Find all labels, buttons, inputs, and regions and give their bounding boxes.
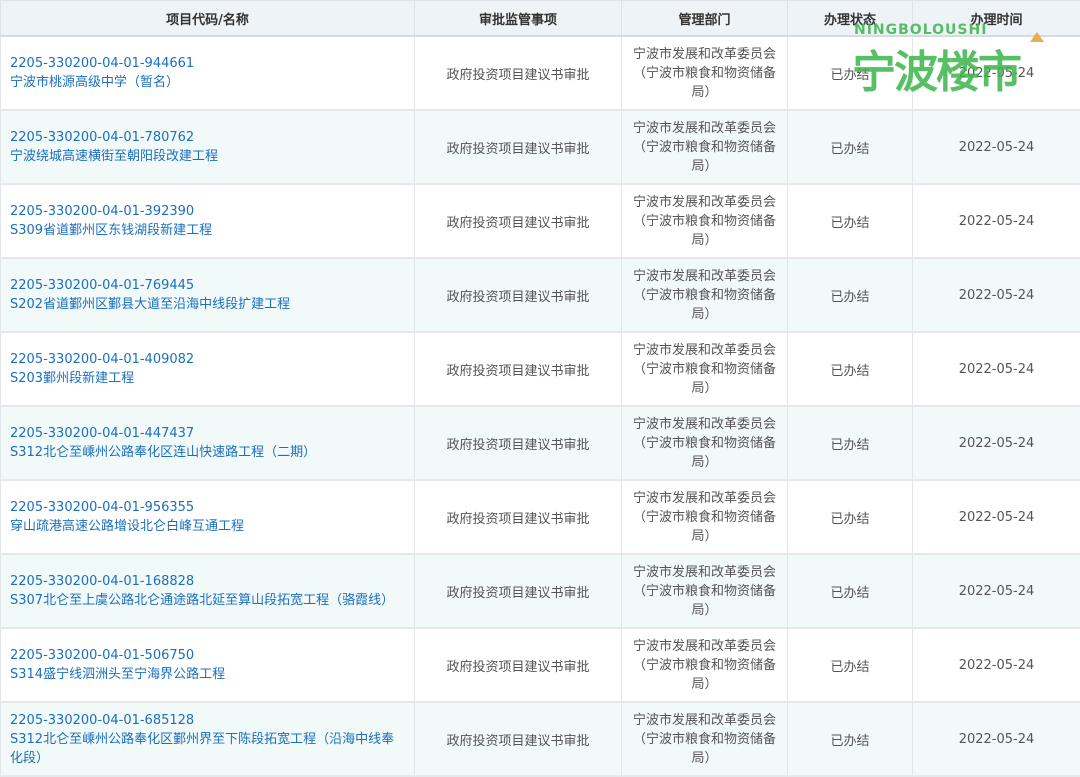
status-cell: 已办结 (788, 554, 913, 628)
table-row: 2205-330200-04-01-685128 S312北仑至嵊州公路奉化区鄞州… (1, 702, 1080, 776)
project-cell: 2205-330200-04-01-506750 S314盛宁线泗洲头至宁海界公路… (1, 628, 415, 702)
project-code: 2205-330200-04-01-168828 (10, 574, 194, 589)
matter-cell: 政府投资项目建议书审批 (415, 406, 622, 480)
project-link[interactable]: 2205-330200-04-01-506750 S314盛宁线泗洲头至宁海界公路… (10, 646, 406, 684)
table-row: 2205-330200-04-01-409082 S203鄞州段新建工程 政府投资… (1, 332, 1080, 406)
matter-cell: 政府投资项目建议书审批 (415, 36, 622, 110)
project-name: S309省道鄞州区东钱湖段新建工程 (10, 223, 212, 238)
table-row: 2205-330200-04-01-944661 宁波市桃源高级中学（暂名） 政府… (1, 36, 1080, 110)
project-code: 2205-330200-04-01-956355 (10, 500, 194, 515)
project-cell: 2205-330200-04-01-780762 宁波绕城高速横街至朝阳段改建工程 (1, 110, 415, 184)
time-cell: 2022-05-24 (913, 110, 1080, 184)
project-name: S312北仑至嵊州公路奉化区连山快速路工程（二期） (10, 445, 316, 460)
project-name: 宁波市桃源高级中学（暂名） (10, 75, 179, 90)
project-name: S202省道鄞州区鄞县大道至沿海中线段扩建工程 (10, 297, 290, 312)
header-matter: 审批监管事项 (415, 1, 622, 37)
matter-cell: 政府投资项目建议书审批 (415, 332, 622, 406)
project-code: 2205-330200-04-01-769445 (10, 278, 194, 293)
table-row: 2205-330200-04-01-506750 S314盛宁线泗洲头至宁海界公路… (1, 628, 1080, 702)
matter-cell: 政府投资项目建议书审批 (415, 184, 622, 258)
status-cell: 已办结 (788, 110, 913, 184)
status-cell: 已办结 (788, 480, 913, 554)
project-cell: 2205-330200-04-01-409082 S203鄞州段新建工程 (1, 332, 415, 406)
table-row: 2205-330200-04-01-769445 S202省道鄞州区鄞县大道至沿海… (1, 258, 1080, 332)
status-cell: 已办结 (788, 36, 913, 110)
table-header-row: 项目代码/名称 审批监管事项 管理部门 办理状态 办理时间 (1, 1, 1080, 37)
dept-cell: 宁波市发展和改革委员会（宁波市粮食和物资储备局） (622, 702, 788, 776)
project-name: S203鄞州段新建工程 (10, 371, 134, 386)
time-cell: 2022-05-24 (913, 36, 1080, 110)
project-name: 宁波绕城高速横街至朝阳段改建工程 (10, 149, 218, 164)
time-cell: 2022-05-24 (913, 258, 1080, 332)
status-cell: 已办结 (788, 258, 913, 332)
dept-cell: 宁波市发展和改革委员会（宁波市粮食和物资储备局） (622, 36, 788, 110)
matter-cell: 政府投资项目建议书审批 (415, 554, 622, 628)
dept-cell: 宁波市发展和改革委员会（宁波市粮食和物资储备局） (622, 110, 788, 184)
project-link[interactable]: 2205-330200-04-01-392390 S309省道鄞州区东钱湖段新建工… (10, 202, 406, 240)
header-code-name: 项目代码/名称 (1, 1, 415, 37)
time-cell: 2022-05-24 (913, 332, 1080, 406)
project-cell: 2205-330200-04-01-168828 S307北仑至上虞公路北仑通途路… (1, 554, 415, 628)
dept-cell: 宁波市发展和改革委员会（宁波市粮食和物资储备局） (622, 554, 788, 628)
project-cell: 2205-330200-04-01-392390 S309省道鄞州区东钱湖段新建工… (1, 184, 415, 258)
status-cell: 已办结 (788, 628, 913, 702)
project-cell: 2205-330200-04-01-944661 宁波市桃源高级中学（暂名） (1, 36, 415, 110)
status-cell: 已办结 (788, 184, 913, 258)
project-link[interactable]: 2205-330200-04-01-409082 S203鄞州段新建工程 (10, 350, 406, 388)
dept-cell: 宁波市发展和改革委员会（宁波市粮食和物资储备局） (622, 480, 788, 554)
dept-cell: 宁波市发展和改革委员会（宁波市粮食和物资储备局） (622, 628, 788, 702)
project-link[interactable]: 2205-330200-04-01-769445 S202省道鄞州区鄞县大道至沿海… (10, 276, 406, 314)
time-cell: 2022-05-24 (913, 184, 1080, 258)
project-cell: 2205-330200-04-01-956355 穿山疏港高速公路增设北仑白峰互通… (1, 480, 415, 554)
project-link[interactable]: 2205-330200-04-01-685128 S312北仑至嵊州公路奉化区鄞州… (10, 711, 406, 768)
table-row: 2205-330200-04-01-168828 S307北仑至上虞公路北仑通途路… (1, 554, 1080, 628)
time-cell: 2022-05-24 (913, 702, 1080, 776)
project-link[interactable]: 2205-330200-04-01-780762 宁波绕城高速横街至朝阳段改建工程 (10, 128, 406, 166)
dept-cell: 宁波市发展和改革委员会（宁波市粮食和物资储备局） (622, 332, 788, 406)
table-row: 2205-330200-04-01-392390 S309省道鄞州区东钱湖段新建工… (1, 184, 1080, 258)
table-row: 2205-330200-04-01-447437 S312北仑至嵊州公路奉化区连山… (1, 406, 1080, 480)
time-cell: 2022-05-24 (913, 406, 1080, 480)
matter-cell: 政府投资项目建议书审批 (415, 480, 622, 554)
header-status: 办理状态 (788, 1, 913, 37)
project-code: 2205-330200-04-01-409082 (10, 352, 194, 367)
status-cell: 已办结 (788, 332, 913, 406)
project-code: 2205-330200-04-01-685128 (10, 713, 194, 728)
project-link[interactable]: 2205-330200-04-01-944661 宁波市桃源高级中学（暂名） (10, 54, 406, 92)
matter-cell: 政府投资项目建议书审批 (415, 702, 622, 776)
table-row: 2205-330200-04-01-780762 宁波绕城高速横街至朝阳段改建工程… (1, 110, 1080, 184)
project-name: 穿山疏港高速公路增设北仑白峰互通工程 (10, 519, 244, 534)
project-link[interactable]: 2205-330200-04-01-168828 S307北仑至上虞公路北仑通途路… (10, 572, 406, 610)
header-dept: 管理部门 (622, 1, 788, 37)
project-cell: 2205-330200-04-01-769445 S202省道鄞州区鄞县大道至沿海… (1, 258, 415, 332)
time-cell: 2022-05-24 (913, 480, 1080, 554)
project-name: S312北仑至嵊州公路奉化区鄞州界至下陈段拓宽工程（沿海中线奉化段） (10, 732, 394, 766)
project-cell: 2205-330200-04-01-447437 S312北仑至嵊州公路奉化区连山… (1, 406, 415, 480)
matter-cell: 政府投资项目建议书审批 (415, 258, 622, 332)
project-link[interactable]: 2205-330200-04-01-447437 S312北仑至嵊州公路奉化区连山… (10, 424, 406, 462)
status-cell: 已办结 (788, 702, 913, 776)
header-time: 办理时间 (913, 1, 1080, 37)
dept-cell: 宁波市发展和改革委员会（宁波市粮食和物资储备局） (622, 406, 788, 480)
project-cell: 2205-330200-04-01-685128 S312北仑至嵊州公路奉化区鄞州… (1, 702, 415, 776)
matter-cell: 政府投资项目建议书审批 (415, 628, 622, 702)
project-name: S314盛宁线泗洲头至宁海界公路工程 (10, 667, 225, 682)
project-code: 2205-330200-04-01-447437 (10, 426, 194, 441)
project-code: 2205-330200-04-01-944661 (10, 56, 194, 71)
time-cell: 2022-05-24 (913, 628, 1080, 702)
time-cell: 2022-05-24 (913, 554, 1080, 628)
matter-cell: 政府投资项目建议书审批 (415, 110, 622, 184)
project-link[interactable]: 2205-330200-04-01-956355 穿山疏港高速公路增设北仑白峰互通… (10, 498, 406, 536)
project-table: 项目代码/名称 审批监管事项 管理部门 办理状态 办理时间 2205-33020… (0, 0, 1080, 777)
project-name: S307北仑至上虞公路北仑通途路北延至算山段拓宽工程（骆霞线） (10, 593, 394, 608)
dept-cell: 宁波市发展和改革委员会（宁波市粮食和物资储备局） (622, 184, 788, 258)
project-code: 2205-330200-04-01-392390 (10, 204, 194, 219)
project-code: 2205-330200-04-01-506750 (10, 648, 194, 663)
dept-cell: 宁波市发展和改革委员会（宁波市粮食和物资储备局） (622, 258, 788, 332)
project-code: 2205-330200-04-01-780762 (10, 130, 194, 145)
status-cell: 已办结 (788, 406, 913, 480)
table-row: 2205-330200-04-01-956355 穿山疏港高速公路增设北仑白峰互通… (1, 480, 1080, 554)
